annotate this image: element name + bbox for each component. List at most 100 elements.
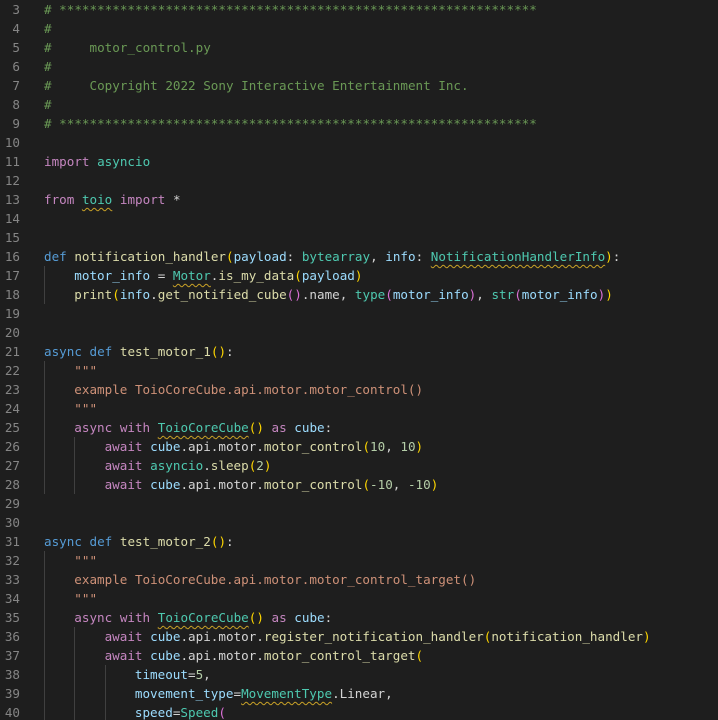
code-line[interactable]: 28 await cube.api.motor.motor_control(-10…	[0, 475, 718, 494]
code-line[interactable]: 14	[0, 209, 718, 228]
code-line[interactable]: 15	[0, 228, 718, 247]
code-line[interactable]: 21 async def test_motor_1():	[0, 342, 718, 361]
code-token: .Linear,	[332, 686, 393, 701]
code-token: #	[44, 21, 52, 36]
line-number: 3	[12, 2, 20, 17]
code-text: print(info.get_notified_cube().name, typ…	[74, 285, 613, 304]
code-line[interactable]: 3 # *************************************…	[0, 0, 718, 19]
indent-guide	[44, 399, 45, 418]
indent-guide	[44, 589, 45, 608]
code-line[interactable]: 20	[0, 323, 718, 342]
line-number: 25	[4, 420, 20, 435]
code-token: payload	[301, 268, 355, 283]
code-text: # motor_control.py	[44, 38, 211, 57]
code-token: cube	[150, 439, 181, 454]
code-line[interactable]: 40 speed=Speed(	[0, 703, 718, 720]
code-token: cube	[150, 629, 181, 644]
code-line[interactable]: 39 movement_type=MovementType.Linear,	[0, 684, 718, 703]
line-number: 37	[4, 648, 20, 663]
code-line[interactable]: 38 timeout=5,	[0, 665, 718, 684]
code-token: payload	[233, 249, 287, 264]
code-text: # **************************************…	[44, 114, 537, 133]
code-token: )	[354, 268, 363, 283]
code-line[interactable]: 30	[0, 513, 718, 532]
code-token: )	[643, 629, 651, 644]
code-line[interactable]: 36 await cube.api.motor.register_notifica…	[0, 627, 718, 646]
code-token: .api.motor.	[180, 439, 264, 454]
code-token: sleep	[210, 458, 249, 473]
code-line[interactable]: 27 await asyncio.sleep(2)	[0, 456, 718, 475]
code-line[interactable]: 22 """	[0, 361, 718, 380]
code-line[interactable]: 16 def notification_handler(payload: byte…	[0, 247, 718, 266]
code-token: -10	[370, 477, 393, 492]
code-token: NotificationHandlerInfo	[430, 249, 606, 264]
line-number: 26	[4, 439, 20, 454]
code-editor[interactable]: 3 # *************************************…	[0, 0, 718, 720]
code-line[interactable]: 31 async def test_motor_2():	[0, 532, 718, 551]
code-line[interactable]: 5 # motor_control.py	[0, 38, 718, 57]
code-text: def notification_handler(payload: bytear…	[44, 247, 620, 266]
indent-guide	[44, 285, 45, 304]
code-text: speed=Speed(	[135, 703, 226, 720]
code-line[interactable]: 11 import asyncio	[0, 152, 718, 171]
code-token: ,	[476, 287, 492, 302]
code-token: register_notification_handler	[263, 629, 484, 644]
indent-guide	[44, 684, 45, 703]
code-token: bytearray	[301, 249, 371, 264]
code-line[interactable]: 6 #	[0, 57, 718, 76]
code-token: speed	[134, 705, 173, 720]
code-line[interactable]: 29	[0, 494, 718, 513]
code-line[interactable]: 7 # Copyright 2022 Sony Interactive Enter…	[0, 76, 718, 95]
code-line[interactable]: 37 await cube.api.motor.motor_control_tar…	[0, 646, 718, 665]
code-line[interactable]: 35 async with ToioCoreCube() as cube:	[0, 608, 718, 627]
code-token: 10	[400, 439, 416, 454]
code-line[interactable]: 19	[0, 304, 718, 323]
line-number: 40	[4, 705, 20, 720]
code-line[interactable]: 4 #	[0, 19, 718, 38]
code-token: )	[415, 439, 424, 454]
code-token: :	[324, 420, 333, 435]
code-token: notification_handler	[74, 249, 226, 264]
code-token: #	[44, 97, 52, 112]
code-line[interactable]: 10	[0, 133, 718, 152]
code-token: ()	[248, 610, 264, 625]
code-token: toio	[81, 192, 113, 207]
code-token: ToioCoreCube	[157, 610, 249, 625]
code-token: async	[44, 534, 82, 549]
code-line[interactable]: 24 """	[0, 399, 718, 418]
line-number: 14	[4, 211, 20, 226]
code-line[interactable]: 25 async with ToioCoreCube() as cube:	[0, 418, 718, 437]
code-line[interactable]: 9 # *************************************…	[0, 114, 718, 133]
code-line[interactable]: 18 print(info.get_notified_cube().name, t…	[0, 285, 718, 304]
line-number: 32	[4, 553, 20, 568]
code-line[interactable]: 33 example ToioCoreCube.api.motor.motor_c…	[0, 570, 718, 589]
indent-guide	[74, 456, 76, 475]
code-line[interactable]: 23 example ToioCoreCube.api.motor.motor_c…	[0, 380, 718, 399]
code-line[interactable]: 26 await cube.api.motor.motor_control(10,…	[0, 437, 718, 456]
code-token: ()	[248, 420, 264, 435]
line-number: 28	[4, 477, 20, 492]
code-text: async def test_motor_1():	[44, 342, 234, 361]
code-token: # motor_control.py	[44, 40, 211, 55]
code-token: test_motor_1	[119, 344, 211, 359]
code-token: cube	[294, 420, 325, 435]
code-token: def	[89, 534, 113, 549]
indent-guide	[104, 665, 106, 684]
code-line[interactable]: 12	[0, 171, 718, 190]
line-number: 11	[4, 154, 20, 169]
code-text: await cube.api.motor.motor_control(-10, …	[105, 475, 439, 494]
code-line[interactable]: 34 """	[0, 589, 718, 608]
code-text: #	[44, 57, 52, 76]
indent-guide	[74, 665, 76, 684]
code-token: *	[165, 192, 181, 207]
code-token: # **************************************…	[44, 2, 537, 17]
code-line[interactable]: 32 """	[0, 551, 718, 570]
code-line[interactable]: 17 motor_info = Motor.is_my_data(payload)	[0, 266, 718, 285]
code-line[interactable]: 8 #	[0, 95, 718, 114]
code-line[interactable]: 13 from toio import *	[0, 190, 718, 209]
